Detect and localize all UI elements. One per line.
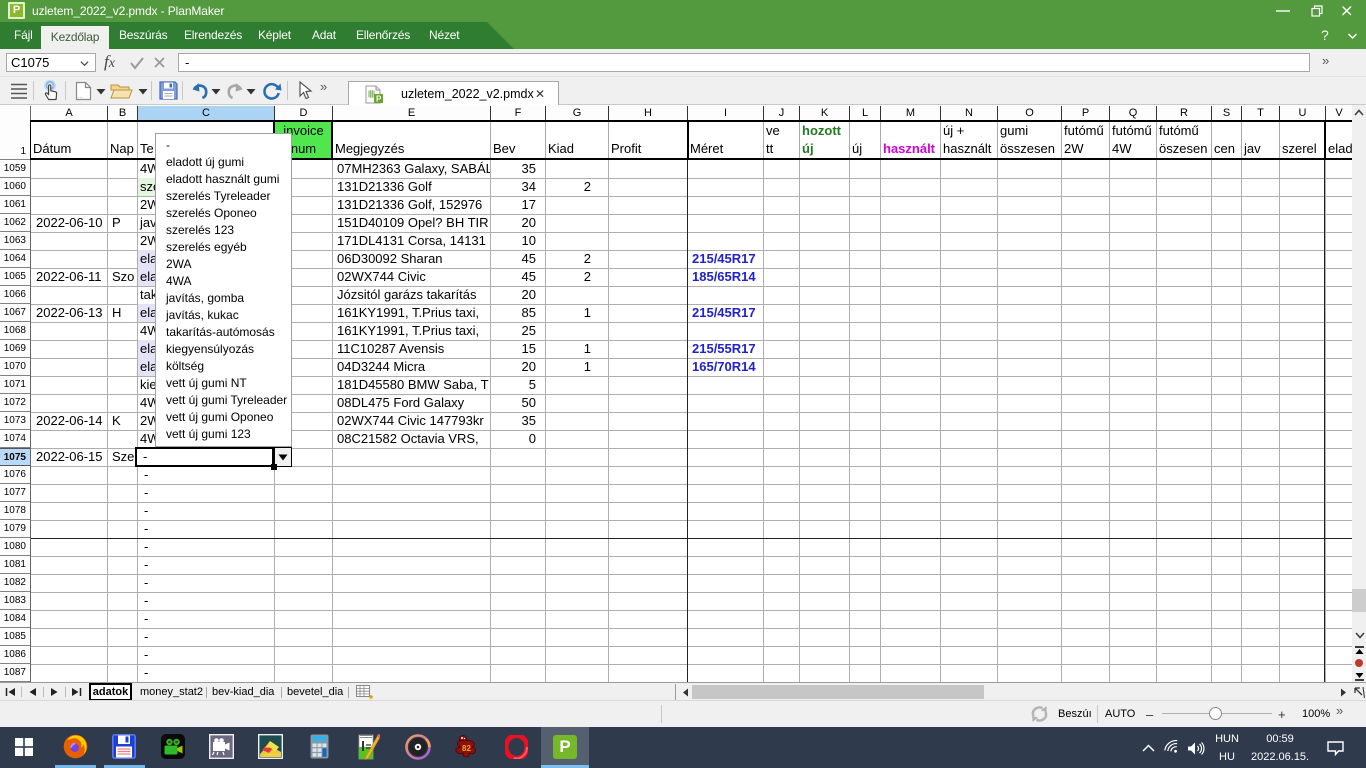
svg-text:P: P [376, 95, 382, 104]
svg-text:...: ... [78, 94, 83, 100]
svg-text:82: 82 [462, 744, 471, 753]
